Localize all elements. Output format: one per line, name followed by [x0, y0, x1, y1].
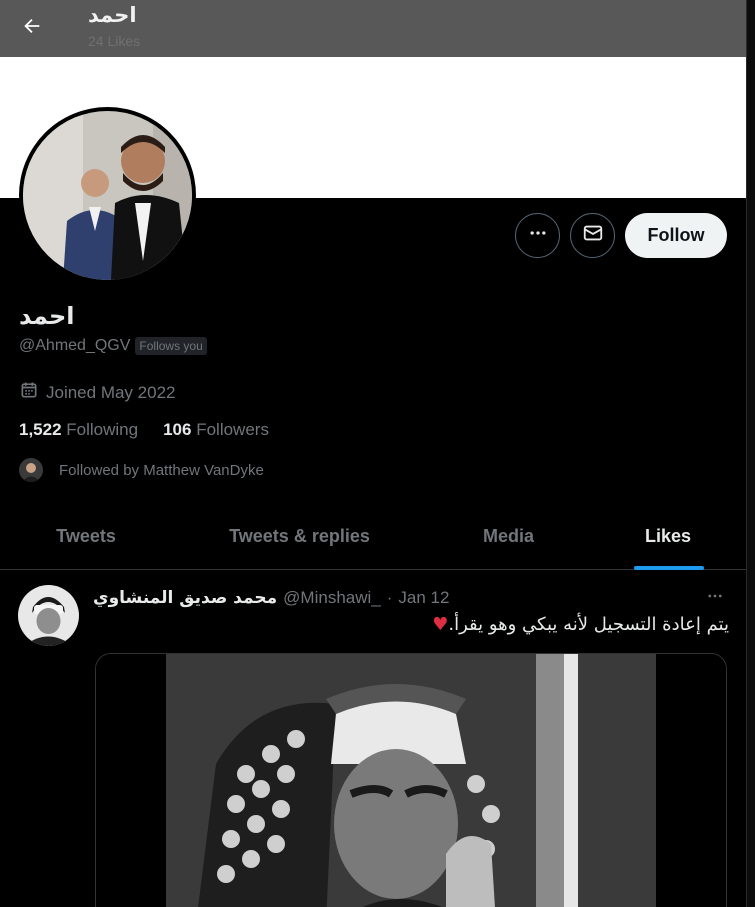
envelope-icon — [582, 222, 604, 249]
avatar-photo — [23, 111, 192, 280]
more-horizontal-icon — [706, 587, 724, 610]
scrollbar[interactable] — [746, 0, 755, 907]
tweet-author-avatar[interactable] — [18, 585, 79, 646]
followed-by-link[interactable]: Followed by Matthew VanDyke — [19, 458, 264, 482]
video-frame — [96, 654, 726, 907]
tab-tweets[interactable]: Tweets — [0, 503, 172, 570]
tweet-author-handle[interactable]: @Minshawi_ — [283, 588, 381, 608]
active-tab-indicator — [634, 566, 704, 570]
more-horizontal-icon — [528, 223, 548, 248]
profile-handle: @Ahmed_QGV — [19, 337, 131, 354]
followed-by-text: Followed by Matthew VanDyke — [59, 461, 264, 479]
top-header-bar: احمد 24 Likes — [0, 0, 746, 57]
follows-you-badge: Follows you — [135, 337, 207, 355]
tweet-text: يتم إعادة التسجيل لأنه يبكي وهو يقرأ.♥ — [432, 614, 729, 635]
header-title: احمد — [88, 3, 137, 27]
heart-emoji: ♥ — [432, 614, 449, 635]
back-arrow-icon[interactable] — [14, 8, 50, 44]
calendar-icon — [19, 380, 39, 405]
tab-tweets-replies[interactable]: Tweets & replies — [172, 503, 427, 570]
follow-counts: 1,522 Following 106 Followers — [19, 420, 269, 440]
tab-likes[interactable]: Likes — [590, 503, 746, 570]
tab-media[interactable]: Media — [427, 503, 590, 570]
followers-label: Followers — [196, 420, 269, 439]
follow-button[interactable]: Follow — [625, 213, 727, 258]
tweet-body: يتم إعادة التسجيل لأنه يبكي وهو يقرأ. — [448, 614, 729, 635]
following-link[interactable]: 1,522 Following — [19, 420, 138, 440]
tweet-separator: · — [386, 588, 393, 607]
profile-display-name: احمد — [19, 302, 75, 330]
joined-date-row: Joined May 2022 — [19, 380, 175, 405]
following-count: 1,522 — [19, 420, 62, 439]
follower-avatar — [19, 458, 43, 482]
profile-avatar[interactable] — [19, 107, 196, 284]
followers-link[interactable]: 106 Followers — [163, 420, 269, 440]
message-button[interactable] — [570, 213, 615, 258]
followers-count: 106 — [163, 420, 192, 439]
profile-tabs: Tweets Tweets & replies Media Likes — [0, 503, 746, 570]
tweet-timestamp[interactable]: Jan 12 — [398, 588, 449, 608]
joined-date-text: Joined May 2022 — [46, 382, 176, 402]
tweet-more-button[interactable] — [700, 586, 730, 610]
tweet-video-media[interactable] — [95, 653, 727, 907]
header-likes-count: 24 Likes — [88, 33, 141, 49]
tweet-header: محمد صديق المنشاوي @Minshawi_ · Jan 12 — [93, 588, 449, 608]
tweet-author-name[interactable]: محمد صديق المنشاوي — [93, 588, 277, 608]
handle-row: @Ahmed_QGV Follows you — [19, 337, 207, 355]
following-label: Following — [66, 420, 139, 439]
more-options-button[interactable] — [515, 213, 560, 258]
